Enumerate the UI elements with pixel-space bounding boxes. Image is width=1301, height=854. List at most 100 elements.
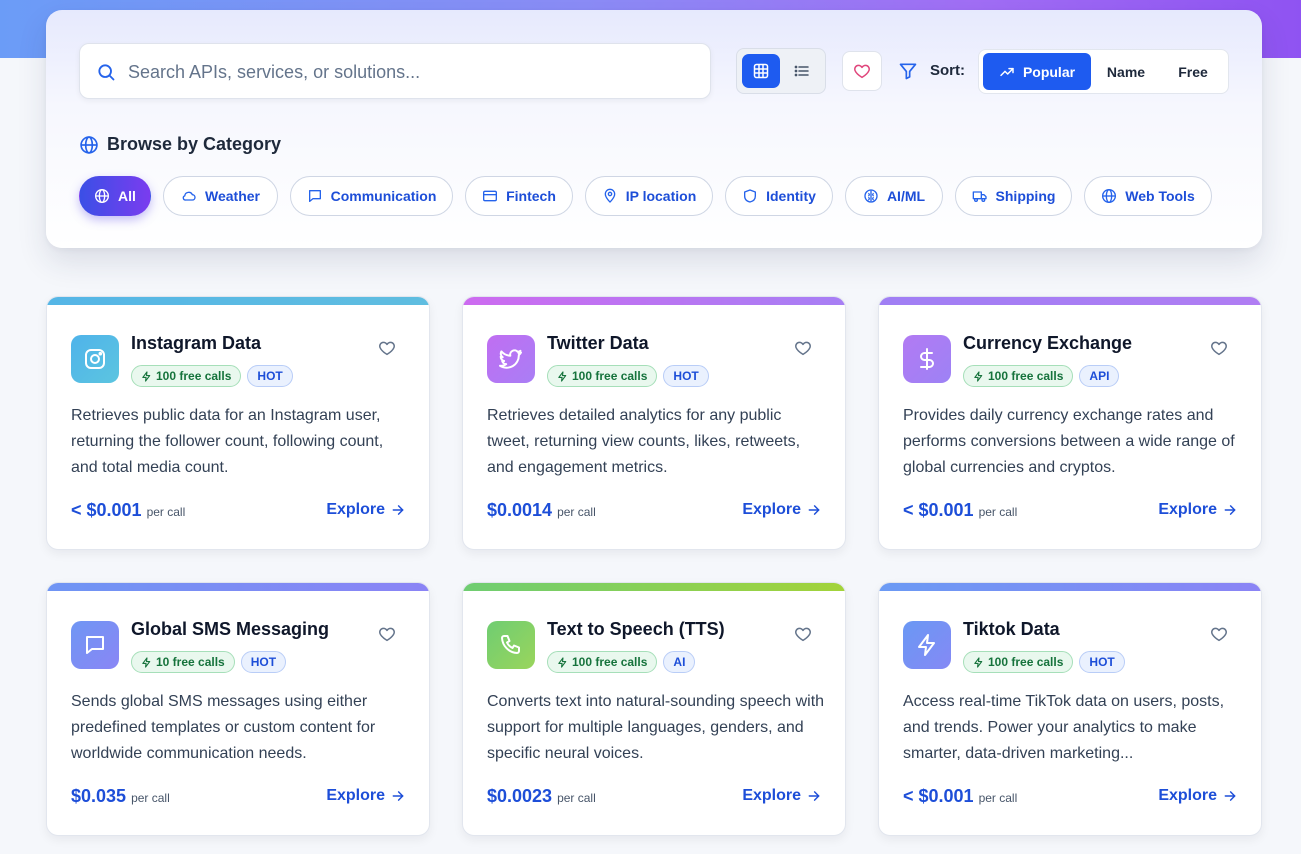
- explore-label: Explore: [1158, 787, 1217, 804]
- api-card-instagram[interactable]: Instagram Data 100 free calls HOT Retrie…: [46, 296, 430, 550]
- favorites-button[interactable]: [842, 51, 882, 91]
- api-card-global-sms[interactable]: Global SMS Messaging 10 free calls HOT S…: [46, 582, 430, 836]
- lightning-icon: [142, 656, 151, 668]
- free-calls-text: 100 free calls: [572, 369, 648, 383]
- price-amount: < $0.001: [903, 500, 974, 520]
- favorite-heart-icon[interactable]: [794, 339, 812, 357]
- category-chip-shipping[interactable]: Shipping: [955, 176, 1072, 216]
- grid-icon: [753, 63, 769, 79]
- tag-badge: HOT: [1079, 651, 1125, 673]
- favorite-heart-icon[interactable]: [794, 625, 812, 643]
- free-calls-text: 100 free calls: [988, 369, 1064, 383]
- explore-link[interactable]: Explore: [1158, 787, 1237, 805]
- search-filter-panel: Sort: Popular Name Free Browse by Catego…: [46, 10, 1262, 248]
- category-chip-label: Fintech: [506, 188, 556, 204]
- search-box[interactable]: [79, 43, 711, 99]
- explore-link[interactable]: Explore: [326, 787, 405, 805]
- category-chip-label: IP location: [625, 188, 697, 204]
- favorite-heart-icon[interactable]: [378, 625, 396, 643]
- card-accent-bar: [47, 297, 429, 305]
- category-chip-ai-ml[interactable]: AI/ML: [845, 176, 943, 216]
- card-description: Retrieves detailed analytics for any pub…: [487, 407, 801, 476]
- explore-link[interactable]: Explore: [326, 501, 405, 519]
- explore-link[interactable]: Explore: [742, 501, 821, 519]
- explore-link[interactable]: Explore: [742, 787, 821, 805]
- list-icon: [794, 65, 809, 77]
- category-chip-identity[interactable]: Identity: [725, 176, 833, 216]
- api-card-text-to-speech[interactable]: Text to Speech (TTS) 100 free calls AI C…: [462, 582, 846, 836]
- message-icon: [308, 190, 321, 202]
- card-title: Currency Exchange: [963, 333, 1133, 353]
- sort-name-label: Name: [1106, 63, 1146, 80]
- price-unit: per call: [131, 791, 170, 805]
- list-view-button[interactable]: [783, 54, 821, 88]
- price-amount: $0.0023: [487, 786, 553, 806]
- tag-badge: HOT: [247, 365, 293, 387]
- free-calls-text: 10 free calls: [156, 655, 225, 669]
- category-chip-label: Shipping: [995, 188, 1056, 204]
- explore-label: Explore: [326, 501, 385, 518]
- api-card-currency-exchange[interactable]: Currency Exchange 100 free calls API Pro…: [878, 296, 1262, 550]
- search-input[interactable]: [128, 54, 698, 90]
- category-chip-label: Communication: [330, 188, 437, 204]
- sort-label: Sort:: [930, 62, 965, 79]
- globe-icon: [95, 189, 110, 203]
- card-title: Text to Speech (TTS): [547, 619, 725, 639]
- category-chip-communication[interactable]: Communication: [290, 176, 453, 216]
- sort-options: Popular Name Free: [978, 49, 1229, 94]
- card-accent-bar: [463, 297, 845, 305]
- card-description: Access real-time TikTok data on users, p…: [903, 693, 1225, 762]
- card-accent-bar: [879, 297, 1261, 305]
- price-unit: per call: [146, 505, 186, 519]
- price-amount: < $0.001: [71, 500, 142, 520]
- free-calls-badge: 10 free calls: [131, 651, 235, 673]
- card-price: $0.035 per call: [71, 786, 170, 807]
- tag-badge: HOT: [663, 365, 709, 387]
- price-unit: per call: [978, 791, 1018, 805]
- truck-icon: [972, 191, 987, 202]
- grid-view-button[interactable]: [742, 54, 780, 88]
- brain-icon: [864, 189, 878, 203]
- phone-icon: [487, 621, 535, 669]
- card-price: < $0.001 per call: [903, 786, 1017, 807]
- card-description: Provides daily currency exchange rates a…: [903, 407, 1235, 476]
- category-chip-web-tools[interactable]: Web Tools: [1084, 176, 1212, 216]
- filter-icon: [899, 63, 917, 80]
- sort-free-button[interactable]: Free: [1161, 53, 1225, 90]
- favorite-heart-icon[interactable]: [1210, 625, 1228, 643]
- sort-name-button[interactable]: Name: [1093, 53, 1159, 90]
- price-unit: per call: [557, 505, 596, 519]
- category-chip-all[interactable]: All: [79, 176, 151, 216]
- explore-label: Explore: [1158, 501, 1217, 518]
- card-title: Instagram Data: [131, 333, 262, 353]
- tag-badge: API: [1079, 365, 1120, 387]
- lightning-icon: [974, 370, 983, 382]
- card-title: Global SMS Messaging: [131, 619, 330, 639]
- tag-badge: HOT: [240, 651, 287, 673]
- view-mode-toggle: [736, 48, 826, 94]
- arrow-right-icon: [392, 791, 404, 801]
- card-description: Converts text into natural-sounding spee…: [487, 693, 825, 762]
- shield-icon: [744, 189, 757, 203]
- map-pin-icon: [604, 188, 616, 203]
- card-title: Twitter Data: [547, 333, 649, 353]
- twitter-icon: [487, 335, 535, 383]
- sort-popular-button[interactable]: Popular: [983, 53, 1091, 90]
- favorite-heart-icon[interactable]: [1210, 339, 1228, 357]
- instagram-icon: [71, 335, 119, 383]
- category-chip-weather[interactable]: Weather: [163, 176, 278, 216]
- category-chip-ip-location[interactable]: IP location: [585, 176, 713, 216]
- api-card-twitter[interactable]: Twitter Data 100 free calls HOT Retrieve…: [462, 296, 846, 550]
- free-calls-text: 100 free calls: [156, 369, 232, 383]
- arrow-right-icon: [392, 505, 404, 515]
- arrow-right-icon: [808, 791, 820, 801]
- explore-link[interactable]: Explore: [1158, 501, 1237, 519]
- card-price: < $0.001 per call: [903, 500, 1017, 521]
- favorite-heart-icon[interactable]: [378, 339, 396, 357]
- lightning-icon: [142, 370, 151, 382]
- heart-icon: [854, 64, 870, 79]
- category-chip-fintech[interactable]: Fintech: [465, 176, 573, 216]
- card-price: $0.0023 per call: [487, 786, 596, 807]
- card-accent-bar: [463, 583, 845, 591]
- api-card-tiktok[interactable]: Tiktok Data 100 free calls HOT Access re…: [878, 582, 1262, 836]
